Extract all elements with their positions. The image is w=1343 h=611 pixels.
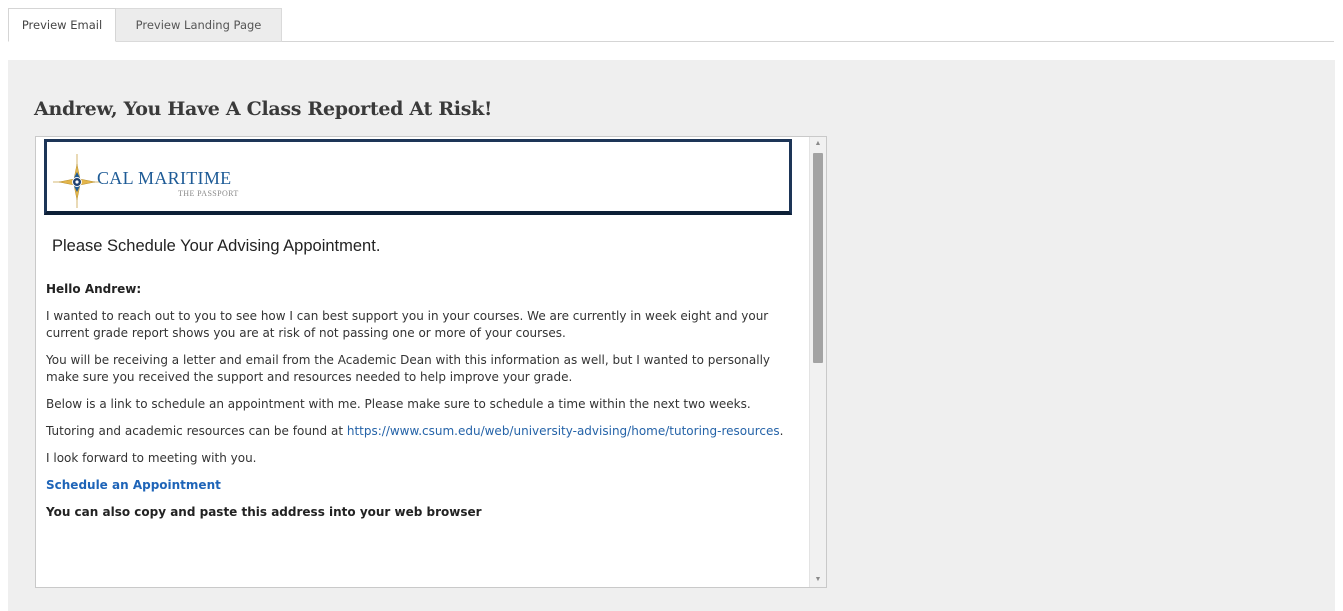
email-greeting: Hello Andrew:: [46, 282, 142, 296]
email-paragraph: Below is a link to schedule an appointme…: [46, 397, 751, 411]
scroll-up-arrow-icon[interactable]: ▲: [810, 137, 826, 151]
email-paragraph: I wanted to reach out to you to see how …: [46, 309, 769, 340]
tab-preview-landing-page[interactable]: Preview Landing Page: [116, 8, 282, 42]
logo-tagline: THE PASSPORT: [178, 189, 239, 198]
preview-panel: Andrew, You Have A Class Reported At Ris…: [8, 60, 1335, 611]
scroll-down-arrow-icon[interactable]: ▼: [810, 573, 826, 587]
schedule-appointment-link[interactable]: Schedule an Appointment: [46, 478, 221, 492]
email-header-banner: CAL MARITIME THE PASSPORT: [44, 139, 792, 215]
compass-star-icon: [53, 154, 101, 208]
tab-preview-email[interactable]: Preview Email: [8, 8, 116, 42]
scroll-thumb[interactable]: [813, 153, 823, 363]
tutoring-resources-link[interactable]: https://www.csum.edu/web/university-advi…: [347, 424, 780, 438]
email-paragraph: I look forward to meeting with you.: [46, 451, 257, 465]
email-subject-heading: Andrew, You Have A Class Reported At Ris…: [34, 98, 493, 120]
email-preview-frame[interactable]: CAL MARITIME THE PASSPORT Please Schedul…: [35, 136, 827, 588]
resources-suffix: .: [779, 424, 784, 438]
copy-paste-instructions: You can also copy and paste this address…: [46, 505, 482, 519]
email-paragraph: You will be receiving a letter and email…: [46, 353, 771, 384]
email-scrollbar[interactable]: ▲ ▼: [809, 137, 826, 587]
preview-tabs: Preview Email Preview Landing Page: [8, 8, 1334, 42]
resources-prefix: Tutoring and academic resources can be f…: [46, 424, 347, 438]
email-body: Hello Andrew: I wanted to reach out to y…: [46, 281, 786, 531]
email-paragraph-resources: Tutoring and academic resources can be f…: [46, 423, 786, 440]
logo-name: CAL MARITIME: [97, 168, 232, 188]
email-lead-heading: Please Schedule Your Advising Appointmen…: [52, 237, 381, 255]
cta-paragraph: Schedule an Appointment: [46, 477, 786, 494]
